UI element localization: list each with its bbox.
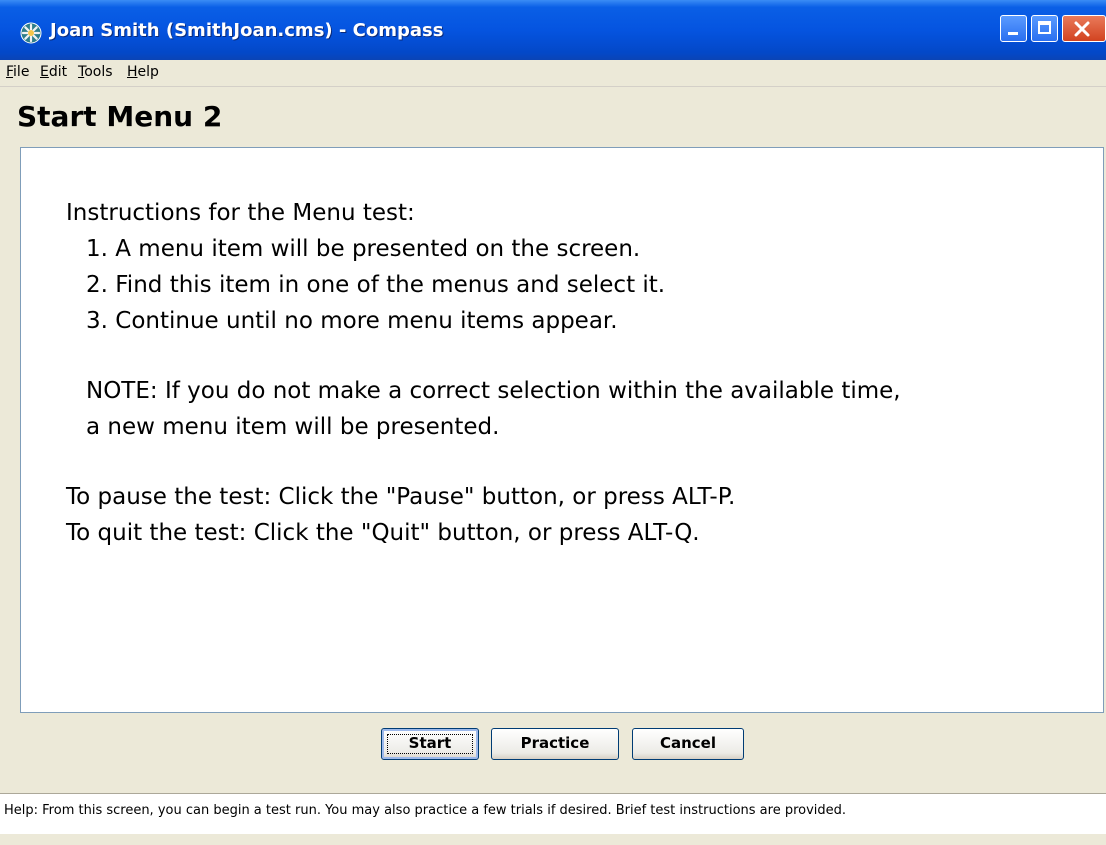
menu-bar: File Edit Tools Help [0,60,1106,87]
cancel-button[interactable]: Cancel [632,728,744,760]
practice-button-label: Practice [520,734,590,752]
page-title: Start Menu 2 [17,100,223,133]
compass-app-icon[interactable] [20,22,42,44]
menu-help-rest: elp [137,64,159,80]
instruction-step-3: 3. Continue until no more menu items app… [86,308,618,334]
title-bar[interactable]: Joan Smith (SmithJoan.cms) - Compass [0,0,1106,60]
maximize-button[interactable] [1031,15,1058,42]
menu-tools[interactable]: Tools [78,64,113,80]
maximize-icon [1038,21,1051,34]
menu-tools-rest: ools [84,64,113,80]
menu-help[interactable]: Help [127,64,159,80]
instruction-pause: To pause the test: Click the "Pause" but… [66,484,736,510]
menu-edit[interactable]: Edit [40,64,67,80]
close-button[interactable] [1062,15,1106,42]
menu-edit-rest: dit [48,64,68,80]
instruction-quit: To quit the test: Click the "Quit" butto… [66,520,700,546]
help-text: Help: From this screen, you can begin a … [4,803,847,818]
instruction-note-line-2: a new menu item will be presented. [86,414,500,440]
instruction-note-line-1: NOTE: If you do not make a correct selec… [86,378,901,404]
menu-file[interactable]: File [6,64,29,80]
menu-help-mnemonic: H [127,64,138,80]
menu-file-mnemonic: F [6,64,14,80]
minimize-icon [1008,32,1018,35]
instruction-step-1: 1. A menu item will be presented on the … [86,236,641,262]
instructions-panel: Instructions for the Menu test: 1. A men… [20,147,1104,713]
instructions-heading: Instructions for the Menu test: [66,200,415,226]
menu-file-rest: ile [13,64,30,80]
start-button[interactable]: Start [381,728,479,760]
cancel-button-label: Cancel [659,734,716,752]
instruction-step-2: 2. Find this item in one of the menus an… [86,272,666,298]
practice-button[interactable]: Practice [491,728,619,760]
minimize-button[interactable] [1000,15,1027,42]
help-status-bar: Help: From this screen, you can begin a … [0,793,1106,834]
menu-edit-mnemonic: E [40,64,49,80]
close-icon [1073,20,1091,42]
focus-ring [387,734,473,754]
window-title: Joan Smith (SmithJoan.cms) - Compass [50,20,444,41]
